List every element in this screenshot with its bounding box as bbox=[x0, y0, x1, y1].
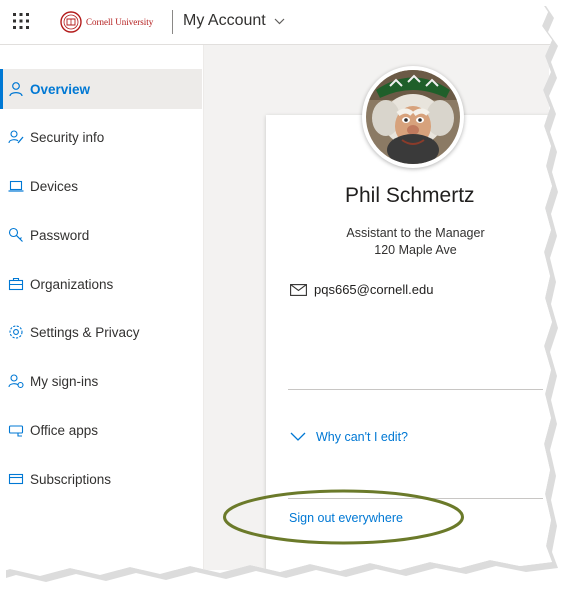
briefcase-icon bbox=[8, 276, 24, 292]
sidebar-item-security-info[interactable]: Security info bbox=[0, 117, 202, 157]
office-apps-icon bbox=[8, 422, 24, 438]
mail-icon bbox=[290, 283, 307, 296]
sidebar-item-subscriptions[interactable]: Subscriptions bbox=[0, 459, 202, 499]
profile-email-row: pqs665@cornell.edu bbox=[290, 282, 433, 297]
profile-name: Phil Schmertz bbox=[345, 184, 475, 207]
app-launcher-icon[interactable] bbox=[12, 12, 30, 30]
why-cant-edit-link[interactable]: Why can't I edit? bbox=[290, 430, 408, 444]
header-divider bbox=[172, 10, 173, 34]
card-divider bbox=[288, 389, 543, 390]
subscriptions-icon bbox=[8, 471, 24, 487]
key-icon bbox=[8, 227, 24, 243]
profile-photo[interactable] bbox=[362, 66, 464, 168]
person-icon bbox=[8, 81, 24, 97]
sidebar-item-label: Office apps bbox=[30, 422, 99, 438]
organization-logo-text: Cornell University bbox=[86, 17, 154, 27]
app-title[interactable]: My Account bbox=[183, 12, 285, 30]
sidebar-item-label: My sign-ins bbox=[30, 373, 99, 389]
sidebar-item-office-apps[interactable]: Office apps bbox=[0, 410, 202, 450]
organization-logo: Cornell University bbox=[60, 10, 153, 34]
sidebar-item-my-sign-ins[interactable]: My sign-ins bbox=[0, 361, 202, 401]
sidebar-item-label: Settings & Privacy bbox=[30, 324, 140, 340]
chevron-down-icon bbox=[274, 12, 285, 30]
avatar bbox=[366, 70, 460, 164]
cornell-seal-icon bbox=[60, 11, 82, 33]
app-title-label: My Account bbox=[183, 12, 266, 30]
sign-ins-icon bbox=[8, 373, 24, 389]
profile-email: pqs665@cornell.edu bbox=[314, 282, 434, 297]
sidebar-item-label: Overview bbox=[30, 81, 91, 97]
sidebar-item-label: Security info bbox=[30, 129, 105, 145]
sidebar-item-password[interactable]: Password bbox=[0, 215, 202, 255]
chevron-down-icon bbox=[290, 432, 306, 441]
sidebar: Overview Security info Devices Password … bbox=[0, 45, 204, 570]
sidebar-item-overview[interactable]: Overview bbox=[0, 69, 202, 109]
why-cant-edit-label: Why can't I edit? bbox=[316, 430, 409, 444]
gear-icon bbox=[8, 324, 24, 340]
profile-address: 120 Maple Ave bbox=[374, 243, 457, 257]
sidebar-item-label: Password bbox=[30, 227, 90, 243]
screenshot-frame: Cornell University My Account Overview S… bbox=[0, 0, 552, 576]
annotation-ellipse bbox=[223, 489, 464, 545]
laptop-icon bbox=[8, 178, 24, 194]
sidebar-item-organizations[interactable]: Organizations bbox=[0, 264, 202, 304]
profile-job-title: Assistant to the Manager bbox=[346, 226, 485, 240]
sidebar-item-devices[interactable]: Devices bbox=[0, 166, 202, 206]
sidebar-item-label: Subscriptions bbox=[30, 471, 112, 487]
security-info-icon bbox=[8, 129, 24, 145]
sidebar-item-settings-privacy[interactable]: Settings & Privacy bbox=[0, 312, 202, 352]
sidebar-item-label: Devices bbox=[30, 178, 79, 194]
sidebar-item-label: Organizations bbox=[30, 276, 114, 292]
top-header: Cornell University My Account bbox=[0, 0, 552, 45]
